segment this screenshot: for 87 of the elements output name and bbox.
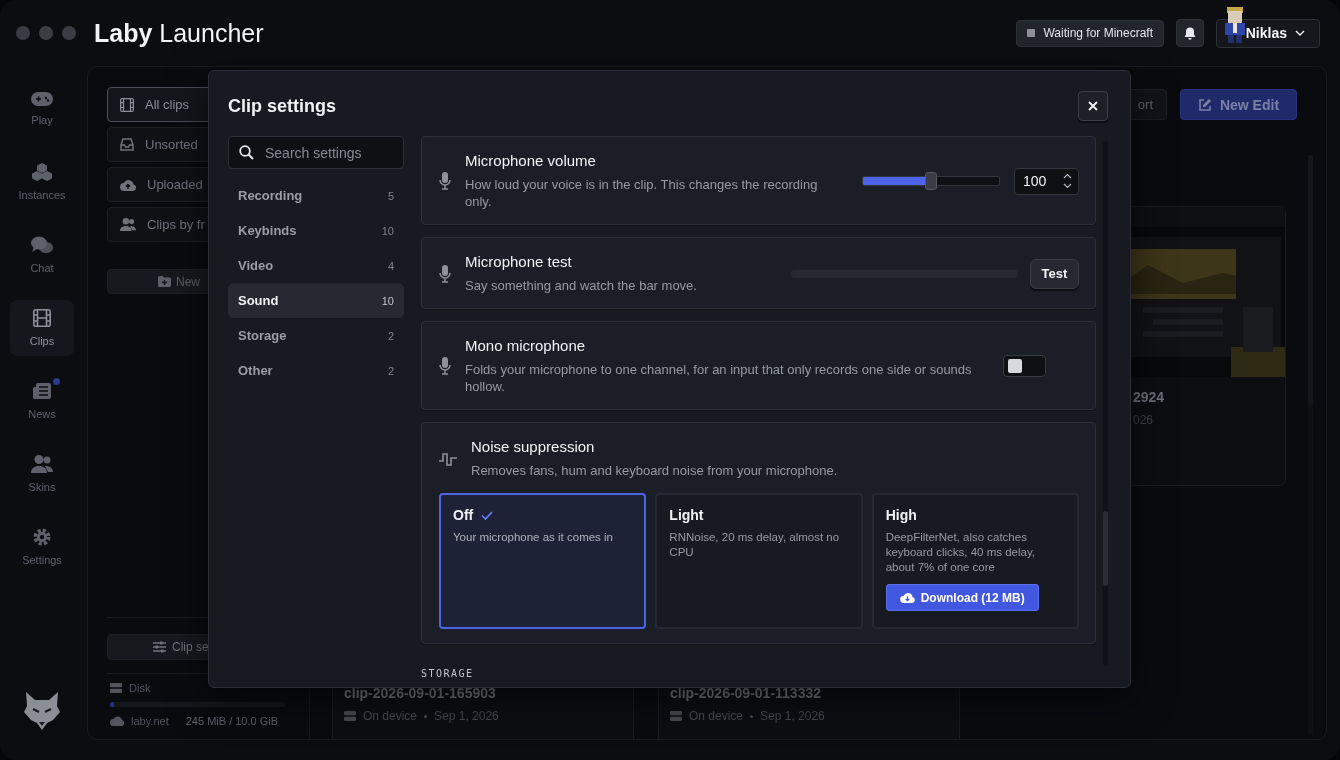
wave-icon xyxy=(439,451,457,466)
nav-item[interactable]: Play xyxy=(10,81,74,137)
chat-bubbles-icon xyxy=(31,236,53,254)
nav-item[interactable]: Instances xyxy=(10,154,74,210)
toggle-switch[interactable] xyxy=(1003,355,1046,377)
status-pill: Waiting for Minecraft xyxy=(1016,19,1164,47)
microphone-icon xyxy=(439,172,451,190)
option-description: DeepFilterNet, also catches keyboard clicks, 40 ms delay, about 7% of one core xyxy=(885,530,1036,575)
category-item[interactable]: Other 2 xyxy=(228,353,404,388)
cloud-icon xyxy=(110,716,124,726)
option-card[interactable]: Off Your microphone as it comes in xyxy=(439,493,647,629)
clip-title: 2924 xyxy=(1133,389,1166,405)
section-heading: STORAGE xyxy=(421,668,475,679)
maximize-window-button[interactable] xyxy=(62,26,76,40)
setting-description: How loud your voice is in the clip. This changes the recording only. xyxy=(465,176,819,210)
app-title: Laby Launcher xyxy=(94,18,264,48)
setting-description: Removes fans, hum and keyboard noise from your microphone. xyxy=(471,462,839,479)
drive-icon xyxy=(670,711,682,721)
clip-date: Sep 1, 2026 xyxy=(760,709,825,723)
chevron-down-icon xyxy=(1295,30,1305,36)
nav-item[interactable]: News xyxy=(10,373,74,429)
tray-icon xyxy=(120,138,134,151)
nav-item[interactable]: Clips xyxy=(10,300,74,356)
test-button[interactable]: Test xyxy=(1030,258,1079,289)
people-icon xyxy=(120,218,136,231)
option-label: High xyxy=(885,507,917,523)
film-icon xyxy=(33,309,51,327)
search-field[interactable]: Search settings xyxy=(228,136,404,169)
cloud-download-icon xyxy=(899,592,915,603)
storage-label: Disk xyxy=(129,682,151,694)
separator-dot xyxy=(424,714,428,718)
microphone-icon xyxy=(439,264,451,283)
gear-icon xyxy=(33,528,51,546)
sliders-icon xyxy=(153,641,166,653)
film-icon xyxy=(120,97,134,112)
number-field[interactable]: 100 xyxy=(1014,167,1079,195)
setting-title: Microphone volume xyxy=(465,152,597,170)
microphone-icon xyxy=(439,357,451,375)
notifications-button[interactable] xyxy=(1176,19,1204,47)
cubes-icon xyxy=(32,163,52,181)
setting-title: Microphone test xyxy=(465,253,573,271)
people-icon xyxy=(31,455,53,473)
clip-location: On device xyxy=(363,709,418,723)
category-item[interactable]: Storage 2 xyxy=(228,318,404,353)
option-card[interactable]: Light RNNoise, 20 ms delay, almost no CPU xyxy=(655,493,863,629)
cloud-upload-icon xyxy=(120,178,136,191)
separator-dot xyxy=(750,714,754,718)
setting-title: Noise suppression xyxy=(471,438,596,456)
volume-slider[interactable] xyxy=(862,171,1000,191)
nav-item[interactable]: Chat xyxy=(10,227,74,283)
status-icon xyxy=(1027,29,1036,37)
option-label: Light xyxy=(669,507,704,523)
setting-title: Mono microphone xyxy=(465,337,587,355)
edit-icon xyxy=(1197,97,1212,112)
nav-item[interactable]: Settings xyxy=(10,519,74,575)
option-description: RNNoise, 20 ms delay, almost no CPU xyxy=(669,530,841,560)
folder-plus-icon xyxy=(158,276,171,287)
storage-usage: 245 MiB / 10.0 GiB xyxy=(185,715,279,727)
wolf-logo-icon xyxy=(24,692,60,730)
close-icon xyxy=(1088,101,1098,111)
gamepad-icon xyxy=(31,92,53,106)
option-label: Off xyxy=(453,507,474,523)
close-window-button[interactable] xyxy=(16,26,30,40)
storage-provider: laby.net xyxy=(131,715,169,727)
newspaper-icon xyxy=(33,382,51,400)
clip-title: clip-2026-09-01-113332 xyxy=(670,685,821,701)
drive-icon xyxy=(344,711,356,721)
clip-date: Sep 1, 2026 xyxy=(434,709,499,723)
search-icon xyxy=(239,145,254,160)
clip-title: clip-2026-09-01-165903 xyxy=(344,685,496,701)
stepper-arrows-icon xyxy=(1063,173,1072,189)
close-button[interactable] xyxy=(1078,91,1108,121)
setting-description: Say something and watch the bar move. xyxy=(465,277,698,294)
option-card[interactable]: High DeepFilterNet, also catches keyboard clicks, 40 ms delay, about 7% of one core Download (12 MB) xyxy=(871,493,1079,629)
category-item[interactable]: Sound 10 xyxy=(228,283,404,318)
nav-item[interactable]: Skins xyxy=(10,446,74,502)
avatar-icon xyxy=(1224,6,1246,43)
bell-icon xyxy=(1184,26,1196,40)
option-description: Your microphone as it comes in xyxy=(453,530,615,545)
drive-icon xyxy=(110,683,122,693)
download-button[interactable]: Download (12 MB) xyxy=(885,584,1039,611)
clip-location: On device xyxy=(689,709,744,723)
setting-description: Folds your microphone to one channel, for an input that only records one side or sounds hollow. xyxy=(465,361,973,395)
minimize-window-button[interactable] xyxy=(39,26,53,40)
scrollbar[interactable] xyxy=(1103,141,1108,666)
new-edit-button[interactable]: New Edit xyxy=(1180,89,1297,120)
check-icon xyxy=(481,510,494,520)
